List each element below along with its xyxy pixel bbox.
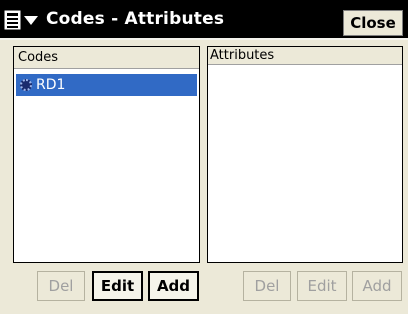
attributes-del-button[interactable]: Del (243, 271, 291, 301)
window-menu-button[interactable] (4, 8, 46, 32)
title-bar: Codes - Attributes Close (0, 0, 408, 38)
codes-list[interactable]: Codes RD1 (13, 46, 200, 263)
list-item-rd1[interactable]: RD1 (16, 74, 197, 96)
attributes-list[interactable]: Attributes (207, 46, 403, 263)
attributes-header-label: Attributes (210, 48, 275, 63)
codes-edit-button[interactable]: Edit (92, 271, 143, 301)
attributes-header: Attributes (208, 47, 402, 65)
attributes-edit-button[interactable]: Edit (297, 271, 347, 301)
attributes-add-button[interactable]: Add (352, 271, 402, 301)
attributes-edit-label: Edit (307, 277, 337, 295)
caret-down-icon (24, 15, 38, 25)
codes-add-label: Add (156, 277, 191, 295)
codes-header: Codes (14, 47, 199, 69)
list-item-label: RD1 (36, 77, 66, 93)
code-point-icon (20, 79, 32, 91)
title-divider (0, 38, 408, 40)
codes-del-label: Del (48, 277, 74, 295)
codes-attributes-window: Codes - Attributes Close Codes RD1 Attri… (0, 0, 408, 314)
codes-edit-label: Edit (100, 277, 135, 295)
codes-add-button[interactable]: Add (148, 271, 199, 301)
window-title: Codes - Attributes (46, 9, 225, 29)
attributes-del-label: Del (254, 277, 280, 295)
codes-header-label: Codes (18, 50, 59, 65)
close-button[interactable]: Close (343, 10, 403, 36)
start-menu-icon (4, 10, 21, 30)
attributes-add-label: Add (362, 277, 392, 295)
codes-del-button[interactable]: Del (37, 271, 85, 301)
